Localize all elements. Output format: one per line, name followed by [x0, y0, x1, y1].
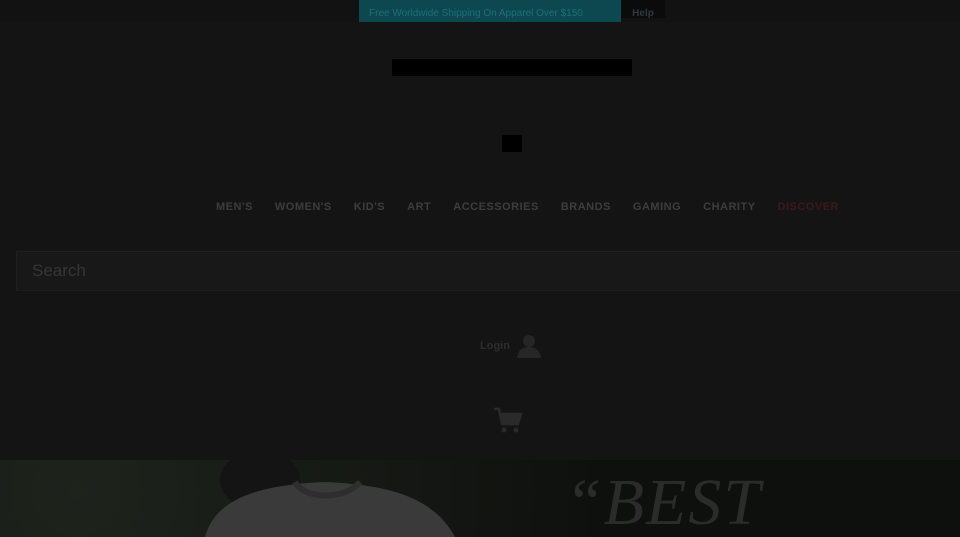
promo-text: Free Worldwide Shipping On Apparel Over … [369, 8, 583, 19]
hero-banner[interactable]: “BEST [0, 460, 960, 537]
hero-quote-text: “BEST [565, 466, 763, 537]
help-link[interactable]: Help [621, 0, 665, 19]
nav-item-discover[interactable]: DISCOVER [767, 197, 850, 217]
promo-banner[interactable]: Free Worldwide Shipping On Apparel Over … [359, 0, 621, 22]
nav-item-brands[interactable]: BRANDS [550, 197, 622, 217]
user-icon [516, 335, 541, 358]
nav-item-art[interactable]: ART [396, 197, 442, 217]
nav-item-accessories[interactable]: ACCESSORIES [442, 197, 550, 217]
header-banner [392, 59, 632, 76]
cart-icon[interactable] [493, 406, 523, 436]
site-logo[interactable] [502, 135, 522, 152]
nav-item-mens[interactable]: MEN'S [205, 197, 264, 217]
login-label: Login [480, 340, 510, 352]
nav-item-womens[interactable]: WOMEN'S [264, 197, 343, 217]
nav-item-kids[interactable]: KID'S [343, 197, 396, 217]
main-nav: MEN'S WOMEN'S KID'S ART ACCESSORIES BRAN… [205, 197, 850, 217]
nav-item-charity[interactable]: CHARITY [692, 197, 766, 217]
nav-item-gaming[interactable]: GAMING [622, 197, 692, 217]
hero-model-image [205, 460, 455, 537]
search-input[interactable] [16, 251, 960, 291]
login-link[interactable]: Login [480, 333, 542, 359]
